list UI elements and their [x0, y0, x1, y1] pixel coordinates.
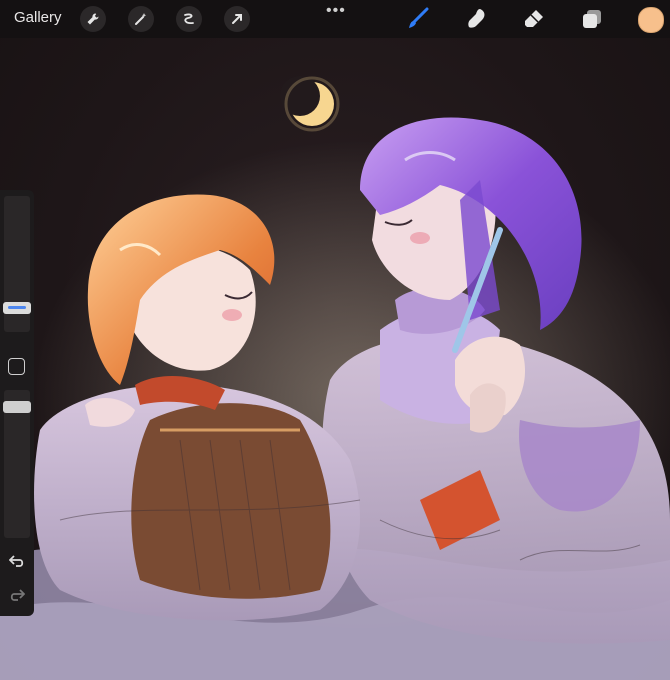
color-picker-button[interactable]: [638, 7, 664, 33]
smudge-icon[interactable]: [464, 6, 490, 32]
redo-icon[interactable]: [8, 586, 26, 604]
wrench-icon[interactable]: [80, 6, 106, 32]
moon: [280, 76, 340, 132]
transform-arrow-icon[interactable]: [224, 6, 250, 32]
left-sidebar: [0, 190, 34, 616]
top-toolbar: Gallery •••: [0, 0, 670, 38]
brush-size-thumb[interactable]: [3, 302, 31, 314]
layers-icon[interactable]: [579, 6, 605, 32]
opacity-thumb[interactable]: [3, 401, 31, 413]
gallery-button[interactable]: Gallery: [14, 9, 62, 26]
more-options-button[interactable]: •••: [326, 2, 346, 20]
undo-icon[interactable]: [8, 552, 26, 570]
brush-icon[interactable]: [405, 6, 431, 32]
selection-icon[interactable]: [176, 6, 202, 32]
modify-button[interactable]: [8, 358, 25, 375]
artwork: [0, 76, 670, 680]
magic-wand-icon[interactable]: [128, 6, 154, 32]
eraser-icon[interactable]: [521, 6, 547, 32]
drawing-canvas[interactable]: [0, 0, 670, 680]
